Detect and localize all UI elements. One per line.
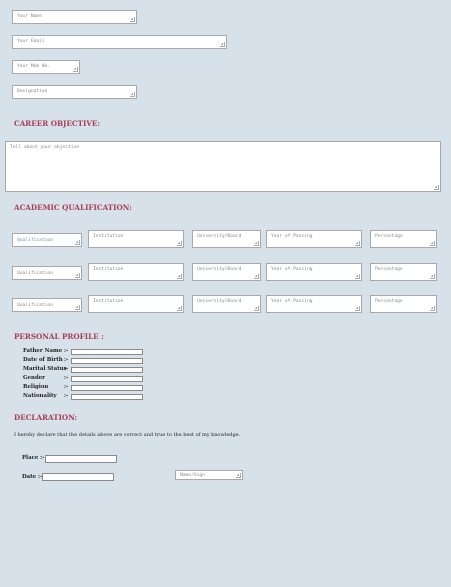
separator: :- [64, 393, 69, 399]
gender-label: Gender [23, 375, 45, 381]
resize-grip-icon[interactable] [75, 273, 80, 278]
career-objective-heading: CAREER OBJECTIVE: [14, 119, 101, 128]
mobile-field[interactable]: Your Mob No. [12, 60, 80, 74]
resize-grip-icon[interactable] [254, 241, 259, 246]
separator: :- [64, 348, 69, 354]
marital-status-label: Marital Status [23, 366, 67, 372]
year-field[interactable]: Year of Passing [266, 263, 362, 281]
percentage-field[interactable]: Percentage [370, 230, 437, 248]
resume-form-page: Your Name Your Email Your Mob No. Design… [0, 0, 451, 587]
resize-grip-icon[interactable] [430, 306, 435, 311]
name-field-placeholder: Your Name [17, 14, 42, 19]
year-field[interactable]: Year of Passing [266, 230, 362, 248]
resize-grip-icon[interactable] [430, 274, 435, 279]
place-label: Place :- [22, 455, 45, 461]
resize-grip-icon[interactable] [220, 42, 225, 47]
resize-grip-icon[interactable] [75, 240, 80, 245]
resize-grip-icon[interactable] [236, 473, 241, 478]
resize-grip-icon[interactable] [177, 306, 182, 311]
email-field[interactable]: Your Email [12, 35, 227, 49]
designation-field-placeholder: Designation [17, 89, 48, 94]
objective-field[interactable]: Tell about your objective [5, 141, 441, 192]
marital-status-input[interactable] [71, 367, 143, 373]
year-field[interactable]: Year of Passing [266, 295, 362, 313]
date-input[interactable] [42, 473, 114, 481]
name-sign-placeholder: Name/Sign [180, 473, 205, 478]
resize-grip-icon[interactable] [430, 241, 435, 246]
separator: :- [64, 375, 69, 381]
resize-grip-icon[interactable] [73, 67, 78, 72]
personal-profile-heading: PERSONAL PROFILE : [14, 332, 104, 341]
name-sign-field[interactable]: Name/Sign [175, 470, 243, 480]
academic-qualification-heading: ACADEMIC QUALIFICATION: [14, 203, 132, 212]
institution-placeholder: Institution [93, 267, 124, 272]
name-field[interactable]: Your Name [12, 10, 137, 24]
resize-grip-icon[interactable] [130, 17, 135, 22]
resize-grip-icon[interactable] [355, 306, 360, 311]
religion-input[interactable] [71, 385, 143, 391]
email-field-placeholder: Your Email [17, 39, 45, 44]
percentage-field[interactable]: Percentage [370, 295, 437, 313]
resize-grip-icon[interactable] [355, 241, 360, 246]
university-placeholder: University/Board [197, 267, 242, 272]
declaration-heading: DECLARATION: [14, 413, 78, 422]
university-placeholder: University/Board [197, 234, 242, 239]
university-field[interactable]: University/Board [192, 230, 261, 248]
percentage-field[interactable]: Percentage [370, 263, 437, 281]
qualification-field[interactable]: Qualification [12, 233, 82, 247]
nationality-label: Nationality [23, 393, 57, 399]
nationality-input[interactable] [71, 394, 143, 400]
resize-grip-icon[interactable] [434, 185, 439, 190]
qualification-placeholder: Qualification [17, 271, 53, 276]
qualification-placeholder: Qualification [17, 303, 53, 308]
father-name-label: Father Name [23, 348, 63, 354]
qualification-placeholder: Qualification [17, 238, 53, 243]
resize-grip-icon[interactable] [254, 306, 259, 311]
university-field[interactable]: University/Board [192, 263, 261, 281]
religion-label: Religion [23, 384, 49, 390]
qualification-field[interactable]: Qualification [12, 266, 82, 280]
percentage-placeholder: Percentage [375, 267, 403, 272]
date-of-birth-label: Date of Birth [23, 357, 63, 363]
father-name-input[interactable] [71, 349, 143, 355]
qualification-field[interactable]: Qualification [12, 298, 82, 312]
gender-input[interactable] [71, 376, 143, 382]
resize-grip-icon[interactable] [355, 274, 360, 279]
objective-field-placeholder: Tell about your objective [10, 145, 80, 150]
year-placeholder: Year of Passing [271, 267, 313, 272]
percentage-placeholder: Percentage [375, 234, 403, 239]
declaration-text: I hereby declare that the details above … [14, 432, 241, 438]
resize-grip-icon[interactable] [177, 241, 182, 246]
institution-placeholder: Institution [93, 299, 124, 304]
university-field[interactable]: University/Board [192, 295, 261, 313]
separator: :- [64, 357, 69, 363]
date-label: Date :- [22, 474, 43, 480]
year-placeholder: Year of Passing [271, 299, 313, 304]
institution-placeholder: Institution [93, 234, 124, 239]
university-placeholder: University/Board [197, 299, 242, 304]
resize-grip-icon[interactable] [75, 305, 80, 310]
percentage-placeholder: Percentage [375, 299, 403, 304]
resize-grip-icon[interactable] [177, 274, 182, 279]
separator: :- [64, 366, 69, 372]
date-of-birth-input[interactable] [71, 358, 143, 364]
institution-field[interactable]: Institution [88, 263, 184, 281]
separator: :- [64, 384, 69, 390]
place-input[interactable] [45, 455, 117, 463]
mobile-field-placeholder: Your Mob No. [17, 64, 51, 69]
year-placeholder: Year of Passing [271, 234, 313, 239]
institution-field[interactable]: Institution [88, 295, 184, 313]
resize-grip-icon[interactable] [130, 92, 135, 97]
resize-grip-icon[interactable] [254, 274, 259, 279]
designation-field[interactable]: Designation [12, 85, 137, 99]
institution-field[interactable]: Institution [88, 230, 184, 248]
